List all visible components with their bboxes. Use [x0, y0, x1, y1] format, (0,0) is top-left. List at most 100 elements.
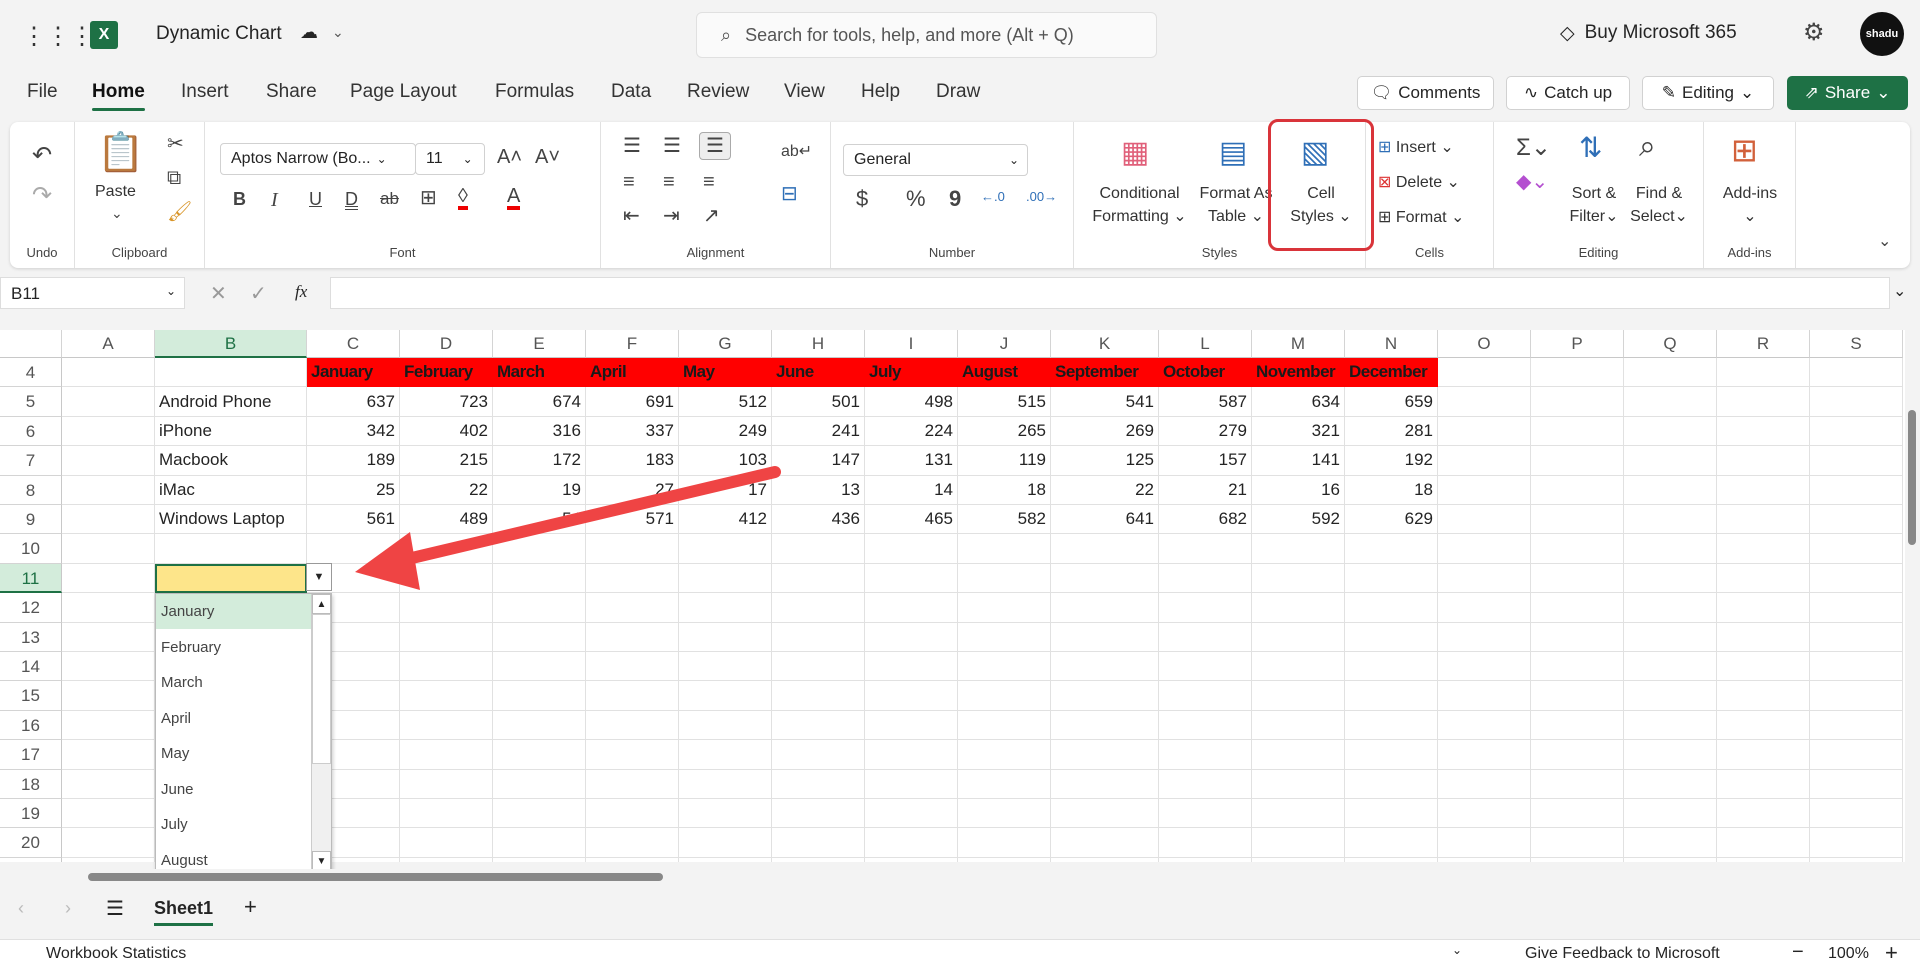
cell-M10[interactable]: [1252, 534, 1345, 564]
cell-G4[interactable]: May: [679, 358, 772, 388]
cell-F9[interactable]: 571: [586, 505, 679, 535]
list-item-april[interactable]: April: [156, 701, 311, 736]
currency-button[interactable]: $: [856, 188, 868, 210]
cell-D14[interactable]: [400, 652, 493, 682]
cell-M21[interactable]: [1252, 857, 1345, 862]
chevron-down-icon[interactable]: ⌄: [111, 206, 123, 220]
cell-K18[interactable]: [1051, 769, 1159, 799]
cell-P17[interactable]: [1531, 740, 1624, 770]
cell-S6[interactable]: [1810, 416, 1903, 447]
cell-P8[interactable]: [1531, 475, 1624, 505]
tab-view[interactable]: View: [784, 81, 825, 103]
cell-I16[interactable]: [865, 710, 958, 741]
cell-E6[interactable]: 316: [493, 416, 586, 447]
cell-M20[interactable]: [1252, 828, 1345, 858]
cell-F17[interactable]: [586, 740, 679, 770]
cell-J17[interactable]: [958, 740, 1051, 770]
add-sheet-icon[interactable]: +: [244, 894, 257, 920]
column-header-N[interactable]: N: [1345, 330, 1438, 358]
share-button[interactable]: ⇗ Share ⌄: [1787, 76, 1908, 110]
cell-H8[interactable]: 13: [772, 475, 865, 505]
cell-R15[interactable]: [1717, 681, 1810, 711]
row-header-5[interactable]: 5: [0, 387, 62, 417]
copy-icon[interactable]: ⧉: [167, 168, 181, 188]
cell-G6[interactable]: 249: [679, 416, 772, 447]
cell-S14[interactable]: [1810, 652, 1903, 682]
cell-C8[interactable]: 25: [307, 475, 400, 505]
cell-S4[interactable]: [1810, 358, 1903, 388]
tab-insert[interactable]: Insert: [181, 81, 229, 103]
sort-filter-button[interactable]: Sort & Filter⌄: [1559, 182, 1629, 228]
prev-sheet-icon[interactable]: ‹: [18, 898, 24, 919]
cell-S20[interactable]: [1810, 828, 1903, 858]
cell-N8[interactable]: 18: [1345, 475, 1438, 505]
column-header-Q[interactable]: Q: [1624, 330, 1717, 358]
format-cells-button[interactable]: ⊞ Format ⌄: [1378, 206, 1464, 229]
font-color-icon[interactable]: A: [507, 186, 521, 210]
cell-R13[interactable]: [1717, 622, 1810, 652]
addins-button[interactable]: Add-ins ⌄: [1704, 182, 1796, 228]
column-header-R[interactable]: R: [1717, 330, 1810, 358]
cell-E12[interactable]: [493, 593, 586, 623]
cell-I18[interactable]: [865, 769, 958, 799]
horizontal-scroll-thumb[interactable]: [88, 873, 663, 881]
cell-B11[interactable]: [155, 563, 307, 594]
zoom-out-icon[interactable]: −: [1792, 941, 1804, 964]
cell-D11[interactable]: [400, 563, 493, 594]
cell-G20[interactable]: [679, 828, 772, 858]
cell-O10[interactable]: [1438, 534, 1531, 564]
cell-D10[interactable]: [400, 534, 493, 564]
cell-S9[interactable]: [1810, 505, 1903, 535]
cell-K17[interactable]: [1051, 740, 1159, 770]
cell-B5[interactable]: Android Phone: [155, 387, 307, 417]
cell-A6[interactable]: [62, 416, 155, 447]
cell-G9[interactable]: 412: [679, 505, 772, 535]
cell-G13[interactable]: [679, 622, 772, 652]
cell-P15[interactable]: [1531, 681, 1624, 711]
avatar[interactable]: shadu: [1860, 12, 1904, 56]
cell-N11[interactable]: [1345, 563, 1438, 594]
column-header-E[interactable]: E: [493, 330, 586, 358]
cell-I5[interactable]: 498: [865, 387, 958, 417]
bold-button[interactable]: B: [233, 190, 246, 208]
cell-K21[interactable]: [1051, 857, 1159, 862]
cell-S18[interactable]: [1810, 769, 1903, 799]
cell-F6[interactable]: 337: [586, 416, 679, 447]
cell-P21[interactable]: [1531, 857, 1624, 862]
cell-Q4[interactable]: [1624, 358, 1717, 388]
cell-Q5[interactable]: [1624, 387, 1717, 417]
scroll-down-icon[interactable]: ▼: [312, 851, 331, 871]
cell-I6[interactable]: 224: [865, 416, 958, 447]
cell-A19[interactable]: [62, 799, 155, 829]
tab-draw[interactable]: Draw: [936, 81, 980, 103]
cell-F14[interactable]: [586, 652, 679, 682]
select-all-corner[interactable]: [0, 330, 62, 358]
autosum-icon[interactable]: Σ⌄: [1516, 136, 1551, 160]
cell-P6[interactable]: [1531, 416, 1624, 447]
cell-D15[interactable]: [400, 681, 493, 711]
find-select-button[interactable]: Find & Select⌄: [1624, 182, 1694, 228]
cell-F8[interactable]: 27: [586, 475, 679, 505]
cell-R16[interactable]: [1717, 710, 1810, 741]
cell-I14[interactable]: [865, 652, 958, 682]
cell-B4[interactable]: [155, 358, 307, 388]
cell-I21[interactable]: [865, 857, 958, 862]
cell-E14[interactable]: [493, 652, 586, 682]
cell-O6[interactable]: [1438, 416, 1531, 447]
cell-S15[interactable]: [1810, 681, 1903, 711]
cell-K20[interactable]: [1051, 828, 1159, 858]
cell-L17[interactable]: [1159, 740, 1252, 770]
cell-P10[interactable]: [1531, 534, 1624, 564]
decrease-decimal-icon[interactable]: .00→: [1026, 190, 1057, 203]
column-header-F[interactable]: F: [586, 330, 679, 358]
undo-icon[interactable]: ↶: [32, 144, 52, 168]
cell-O4[interactable]: [1438, 358, 1531, 388]
cell-N6[interactable]: 281: [1345, 416, 1438, 447]
tab-review[interactable]: Review: [687, 81, 749, 103]
row-header-19[interactable]: 19: [0, 799, 62, 829]
next-sheet-icon[interactable]: ›: [65, 898, 71, 919]
cell-E9[interactable]: 54: [493, 505, 586, 535]
cell-N4[interactable]: December: [1345, 358, 1438, 388]
cell-N19[interactable]: [1345, 799, 1438, 829]
cell-P19[interactable]: [1531, 799, 1624, 829]
